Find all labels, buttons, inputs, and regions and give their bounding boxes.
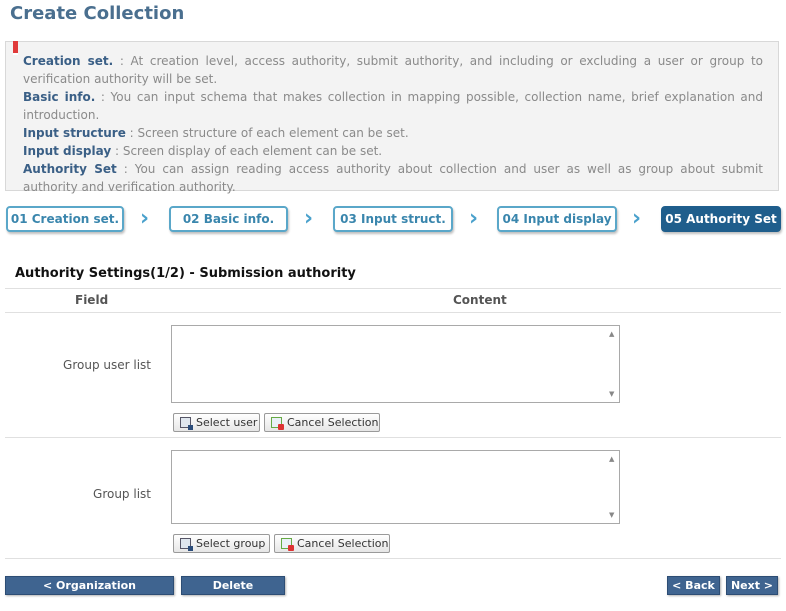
- select-group-button[interactable]: Select group: [173, 534, 270, 553]
- step-input-display[interactable]: 04 Input display: [497, 206, 617, 232]
- info-term: Basic info.: [23, 90, 96, 104]
- cancel-selection-label: Cancel Selection: [287, 416, 379, 429]
- info-item: Input display : Screen display of each e…: [23, 142, 763, 160]
- group-list-label: Group list: [93, 487, 151, 501]
- step-authority-set[interactable]: 05 Authority Set: [661, 206, 781, 232]
- bookmark-icon: [13, 41, 18, 55]
- user-select-icon: [180, 417, 193, 430]
- info-desc: : Screen structure of each element can b…: [125, 126, 409, 140]
- info-term: Input display: [23, 144, 112, 158]
- chevron-right-icon: ›: [304, 206, 314, 231]
- scroll-up-icon[interactable]: ▲: [609, 455, 614, 463]
- scroll-down-icon[interactable]: ▼: [609, 390, 614, 398]
- cancel-group-selection-button[interactable]: Cancel Selection: [274, 534, 390, 553]
- info-desc: : Screen display of each element can be …: [111, 144, 383, 158]
- delete-collection-button[interactable]: Delete Collection: [181, 576, 285, 609]
- column-header-field: Field: [75, 293, 109, 307]
- step-creation-set[interactable]: 01 Creation set.: [6, 206, 124, 232]
- info-item: Authority Set : You can assign reading a…: [23, 160, 763, 196]
- divider: [5, 312, 781, 313]
- info-item: Creation set. : At creation level, acces…: [23, 52, 763, 88]
- group-select-icon: [180, 538, 193, 551]
- cancel-selection-label: Cancel Selection: [297, 537, 389, 550]
- section-title: Authority Settings(1/2) - Submission aut…: [15, 266, 356, 281]
- cancel-selection-icon: [271, 417, 284, 430]
- info-item: Input structure : Screen structure of ea…: [23, 124, 763, 142]
- info-box: Creation set. : At creation level, acces…: [5, 41, 779, 194]
- divider: [5, 288, 781, 289]
- info-desc: : You can input schema that makes collec…: [23, 90, 763, 122]
- info-desc: : You can assign reading access authorit…: [23, 162, 763, 194]
- organization-management-button[interactable]: < Organization Management: [5, 576, 174, 609]
- info-item: Basic info. : You can input schema that …: [23, 88, 763, 124]
- scroll-up-icon[interactable]: ▲: [609, 330, 614, 338]
- divider: [5, 437, 781, 438]
- scrollbar[interactable]: ▲ ▼: [605, 451, 619, 523]
- select-group-label: Select group: [196, 537, 266, 550]
- group-listbox[interactable]: ▲ ▼: [171, 450, 620, 524]
- select-user-label: Select user: [196, 416, 258, 429]
- step-basic-info[interactable]: 02 Basic info.: [169, 206, 288, 232]
- select-user-button[interactable]: Select user: [173, 413, 260, 432]
- group-user-listbox[interactable]: ▲ ▼: [171, 325, 620, 403]
- back-button[interactable]: < Back: [667, 576, 720, 595]
- scroll-down-icon[interactable]: ▼: [609, 511, 614, 519]
- info-text: Creation set. : At creation level, acces…: [23, 52, 763, 196]
- step-input-struct[interactable]: 03 Input struct.: [333, 206, 453, 232]
- info-desc: : At creation level, access authority, s…: [23, 54, 764, 86]
- chevron-right-icon: ›: [469, 206, 479, 231]
- info-term: Input structure: [23, 126, 126, 140]
- group-user-list-label: Group user list: [63, 358, 151, 372]
- cancel-user-selection-button[interactable]: Cancel Selection: [264, 413, 380, 432]
- cancel-selection-icon: [281, 538, 294, 551]
- chevron-right-icon: ›: [632, 206, 642, 231]
- info-term: Creation set.: [23, 54, 114, 68]
- column-header-content: Content: [453, 293, 507, 307]
- info-term: Authority Set: [23, 162, 117, 176]
- page-title: Create Collection: [10, 3, 185, 24]
- scrollbar[interactable]: ▲ ▼: [605, 326, 619, 402]
- divider: [5, 558, 781, 559]
- chevron-right-icon: ›: [140, 206, 150, 231]
- next-button[interactable]: Next >: [726, 576, 778, 595]
